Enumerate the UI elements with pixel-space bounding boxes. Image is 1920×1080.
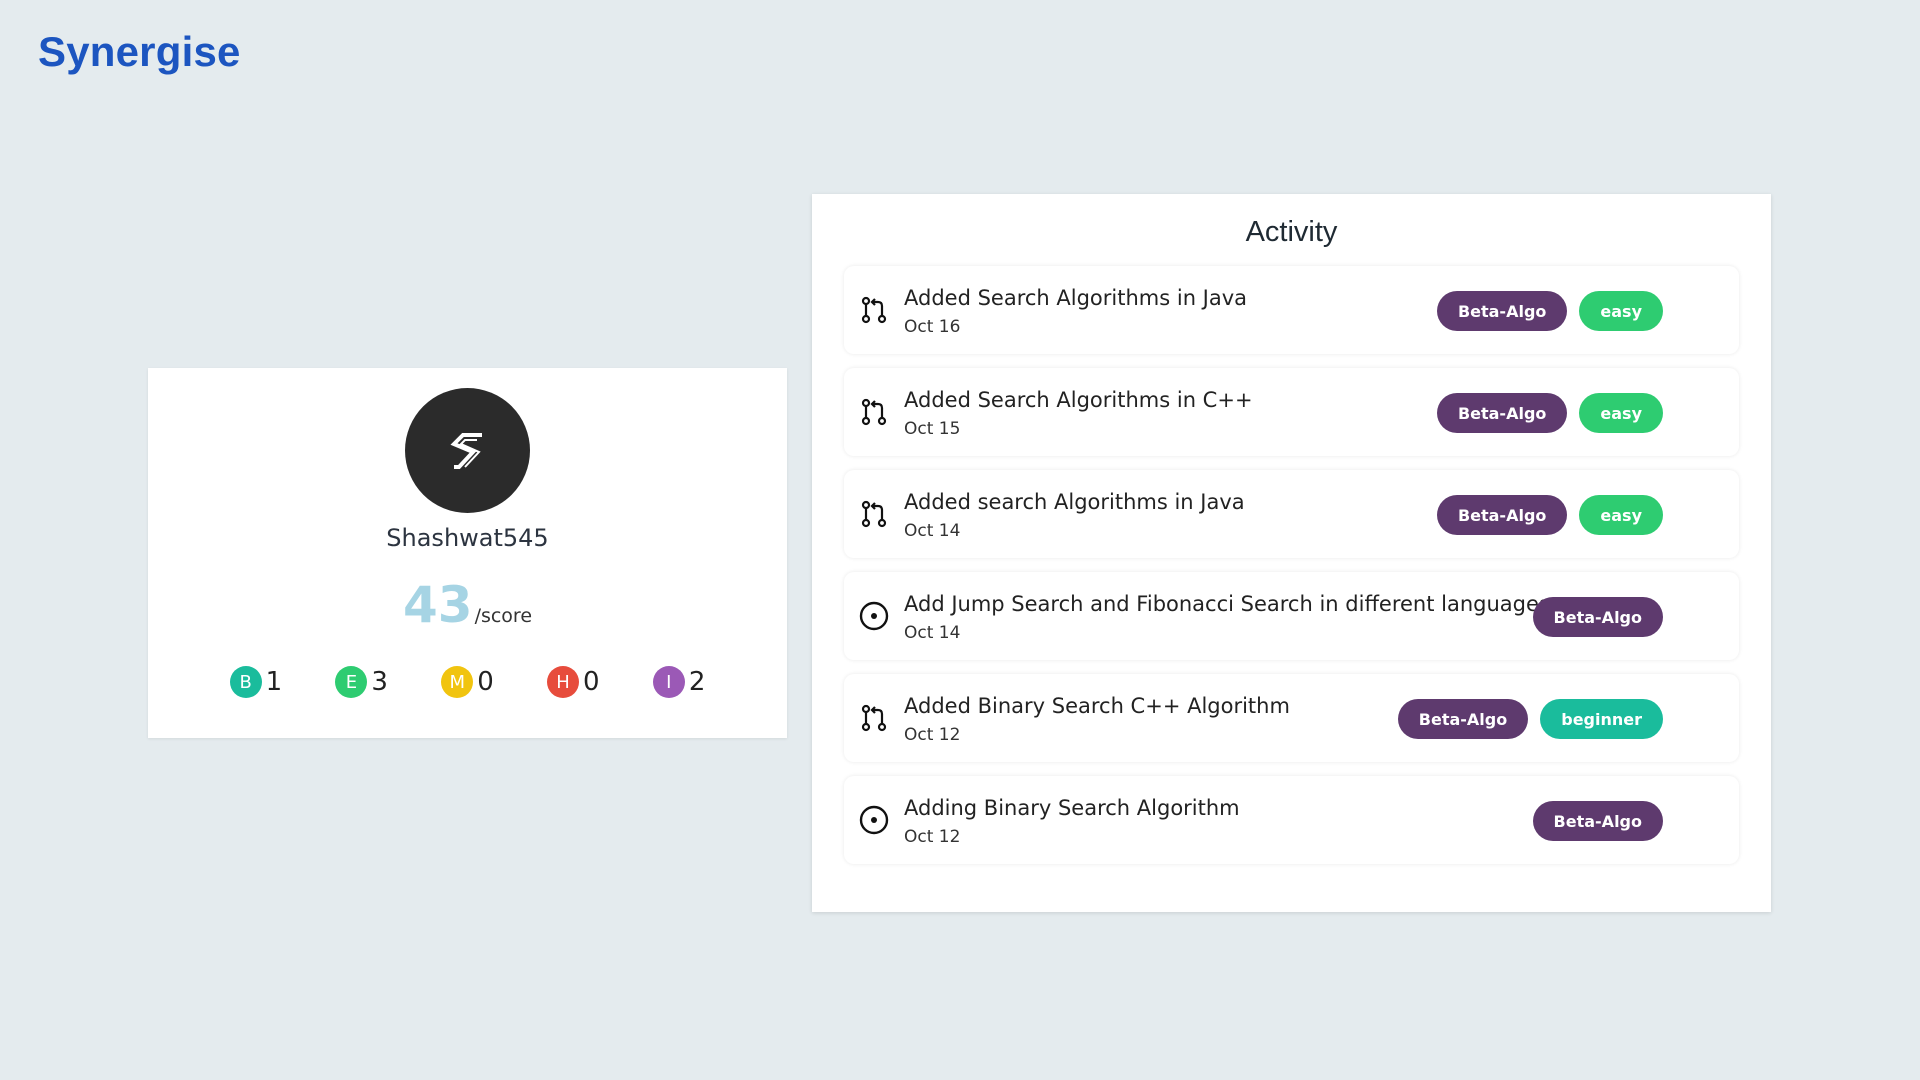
username: Shashwat545 [386,524,549,552]
tag-badge[interactable]: Beta-Algo [1532,597,1663,637]
activity-item[interactable]: Add Jump Search and Fibonacci Search in … [844,572,1739,660]
issue-icon [858,600,890,632]
activity-item-tags: Beta-Algo beginner [1397,699,1663,739]
activity-item-text: Added search Algorithms in Java Oct 14 [904,490,1245,541]
activity-item-date: Oct 14 [904,623,961,643]
activity-item-date: Oct 14 [904,521,961,541]
activity-list: Added Search Algorithms in Java Oct 16 Bet… [844,266,1739,878]
avatar [405,388,530,513]
activity-item-tags: Beta-Algo easy [1436,495,1663,535]
tag-badge[interactable]: Beta-Algo [1397,699,1529,739]
tag-badge[interactable]: easy [1579,495,1663,535]
counter-badge: B [229,666,262,698]
activity-item-date: Oct 12 [904,827,961,847]
pull-request-icon [858,396,890,428]
pull-request-icon [858,702,890,734]
activity-item-tags: Beta-Algo [1532,801,1663,841]
counter-beginner: B 1 [229,666,283,698]
score-value: 43 [402,576,473,634]
tag-badge[interactable]: Beta-Algo [1436,393,1568,433]
profile-card: Shashwat545 43/score B 1 E 3 M 0 H 0 I 2 [148,368,787,738]
tag-badge[interactable]: Beta-Algo [1532,801,1663,841]
tag-badge[interactable]: beginner [1540,699,1663,739]
tag-badge[interactable]: easy [1579,291,1663,331]
activity-item-text: Added Binary Search C++ Algorithm Oct 12 [904,694,1290,745]
counter-value: 0 [583,667,600,697]
activity-item-text: Add Jump Search and Fibonacci Search in … [904,592,1550,643]
activity-item-title[interactable]: Added Search Algorithms in Java [904,286,1247,310]
activity-title: Activity [1245,216,1338,248]
score: 43/score [148,576,787,634]
counter-easy: E 3 [335,666,388,698]
counter-value: 0 [477,667,494,697]
activity-item[interactable]: Added search Algorithms in Java Oct 14 Bet… [844,470,1739,558]
activity-item-tags: Beta-Algo [1532,597,1663,637]
activity-item-title[interactable]: Added Binary Search C++ Algorithm [904,694,1290,718]
counter-badge: H [547,666,580,698]
counter-badge: I [652,666,685,698]
activity-item[interactable]: Adding Binary Search Algorithm Oct 12 Beta… [844,776,1739,864]
tag-badge[interactable]: Beta-Algo [1436,291,1568,331]
brand-logo[interactable]: Synergise [38,28,241,76]
tag-badge[interactable]: easy [1579,393,1663,433]
counter-badge: E [335,666,368,698]
tag-badge[interactable]: Beta-Algo [1436,495,1568,535]
activity-item-title[interactable]: Added Search Algorithms in C++ [904,388,1253,412]
counter-badge: M [441,666,474,698]
activity-item[interactable]: Added Binary Search C++ Algorithm Oct 12 B… [844,674,1739,762]
activity-item[interactable]: Added Search Algorithms in C++ Oct 15 Beta… [844,368,1739,456]
counter-value: 1 [265,667,283,697]
counter-intermediate: I 2 [652,666,706,698]
activity-item[interactable]: Added Search Algorithms in Java Oct 16 Bet… [844,266,1739,354]
activity-item-title[interactable]: Added search Algorithms in Java [904,490,1245,514]
activity-item-title[interactable]: Adding Binary Search Algorithm [904,796,1240,820]
activity-card: Activity Added Search Algorithms in Java… [812,194,1771,912]
counter-hard: H 0 [547,666,600,698]
activity-item-text: Adding Binary Search Algorithm Oct 12 [904,796,1240,847]
score-unit: /score [474,605,533,627]
difficulty-counters: B 1 E 3 M 0 H 0 I 2 [148,666,787,698]
activity-item-tags: Beta-Algo easy [1436,393,1663,433]
activity-item-date: Oct 16 [904,317,961,337]
counter-medium: M 0 [441,666,494,698]
activity-item-title[interactable]: Add Jump Search and Fibonacci Search in … [904,592,1550,616]
activity-item-text: Added Search Algorithms in Java Oct 16 [904,286,1247,337]
activity-item-date: Oct 12 [904,725,961,745]
pull-request-icon [858,498,890,530]
pull-request-icon [858,294,890,326]
counter-value: 2 [688,667,706,697]
counter-value: 3 [371,667,388,697]
activity-item-tags: Beta-Algo easy [1436,291,1663,331]
activity-item-text: Added Search Algorithms in C++ Oct 15 [904,388,1253,439]
synergise-logo-icon [449,432,482,469]
issue-icon [858,804,890,836]
activity-item-date: Oct 15 [904,419,961,439]
